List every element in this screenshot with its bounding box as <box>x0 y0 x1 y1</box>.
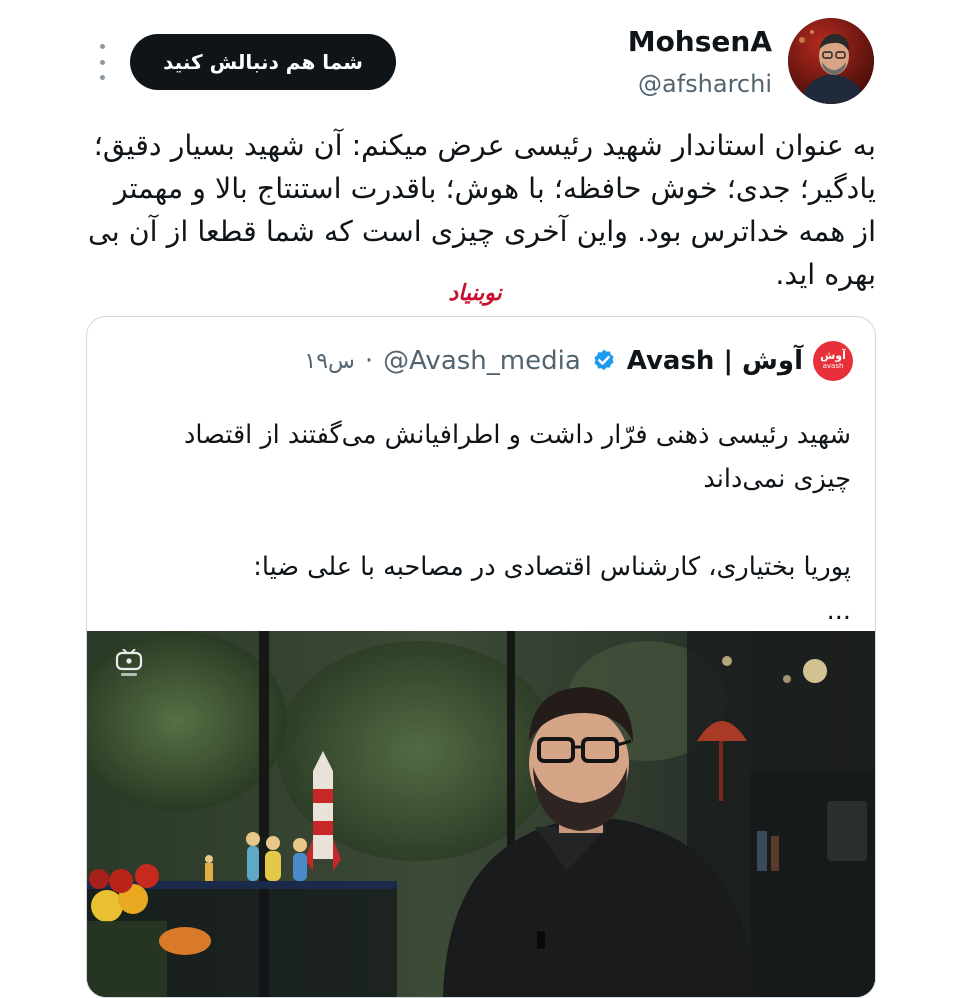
quoted-tweet-time[interactable]: ۱۹س <box>304 349 355 374</box>
quoted-video-thumbnail[interactable] <box>87 631 875 997</box>
author-handle[interactable]: @afsharchi <box>628 66 772 102</box>
quoted-paragraph-2: پوریا بختیاری، کارشناس اقتصادی در مصاحبه… <box>253 552 851 582</box>
separator-dot: · <box>364 346 374 376</box>
interview-scene-image <box>87 631 875 997</box>
verified-badge-icon <box>594 349 614 371</box>
follow-button[interactable]: شما هم دنبالش کنید <box>130 34 396 90</box>
watermark-logo: نوبنیاد <box>448 280 502 306</box>
quoted-tweet-card[interactable]: آوش avash Avash | آوش @Avash_media · ۱۹س… <box>86 316 876 998</box>
avash-logo[interactable]: آوش avash <box>813 341 853 381</box>
more-options-button[interactable] <box>92 44 112 80</box>
kebab-dot <box>99 75 105 80</box>
avash-logo-text: آوش <box>820 349 846 362</box>
kebab-menu-icon <box>99 44 105 49</box>
quoted-tweet-header: آوش avash Avash | آوش @Avash_media · ۱۹س <box>304 341 853 381</box>
kebab-dot <box>99 59 105 65</box>
avash-logo-subtext: avash <box>822 362 844 370</box>
tv-channel-logo-icon <box>113 649 145 679</box>
quoted-ellipsis: ... <box>826 596 851 626</box>
quoted-paragraph-1: شهید رئیسی ذهنی فرّار داشت و اطرافیانش م… <box>184 420 851 494</box>
author-name[interactable]: MohsenA <box>628 22 772 62</box>
author-info[interactable]: MohsenA @afsharchi <box>628 22 772 102</box>
quoted-author-handle[interactable]: @Avash_media <box>383 346 581 376</box>
quoted-author-name[interactable]: Avash | آوش <box>627 346 803 376</box>
tweet-text: به عنوان استاندار شهید رئیسی عرض میکنم: … <box>87 129 876 291</box>
quoted-tweet-text: شهید رئیسی ذهنی فرّار داشت و اطرافیانش م… <box>127 413 851 633</box>
avatar[interactable] <box>788 18 874 104</box>
avatar-photo <box>788 18 874 104</box>
